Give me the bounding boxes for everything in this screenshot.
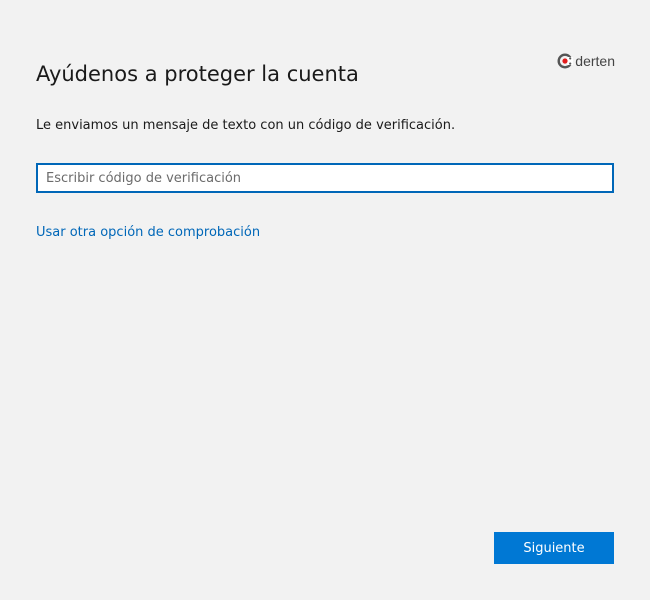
verification-message: Le enviamos un mensaje de texto con un c… [36,118,456,133]
page-title: Ayúdenos a proteger la cuenta [36,62,359,86]
next-button[interactable]: Siguiente [494,532,614,564]
alternate-verification-link[interactable]: Usar otra opción de comprobación [36,224,260,242]
brand-logo-icon [557,53,574,69]
brand-logo: derten [557,53,615,69]
verification-code-input[interactable] [36,163,614,193]
brand-logo-text: derten [575,53,615,69]
verification-dialog: derten Ayúdenos a proteger la cuenta Le … [0,0,650,600]
